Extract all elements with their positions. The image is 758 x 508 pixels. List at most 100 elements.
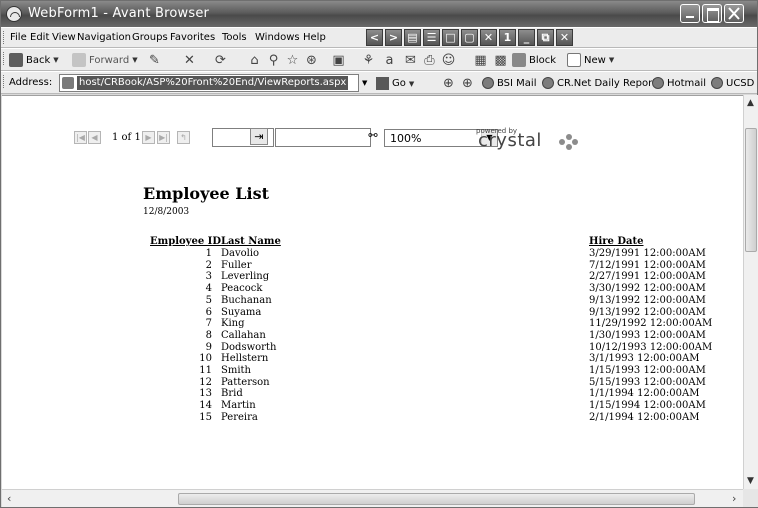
new-button[interactable]: New ▼ [567,53,614,67]
menu-help[interactable]: Help [303,32,326,43]
block-button[interactable]: Block [512,53,556,67]
binoculars-search-icon[interactable]: ⚯ [364,128,382,145]
favorites-star-icon[interactable]: ☆ [285,53,300,68]
chevron-down-icon[interactable]: ▼ [609,56,614,64]
messenger-icon[interactable]: ☺ [441,53,456,68]
minimize-tab-icon[interactable]: _ [518,29,535,46]
last-name-cell: Dodsworth [221,341,277,353]
menu-tools[interactable]: Tools [222,32,247,43]
minimize-button[interactable] [680,4,700,23]
address-dropdown-icon[interactable]: ▼ [362,79,367,87]
title-bar: WebForm1 - Avant Browser [1,1,757,27]
link-cr-net-daily-report[interactable]: CR.Net Daily Report [542,77,656,89]
search-icon[interactable]: ⚲ [266,53,281,68]
menu-favorites[interactable]: Favorites [170,32,215,43]
menu-edit[interactable]: Edit [30,32,49,43]
toolbar-grip[interactable] [3,75,6,88]
tile-vertical-icon[interactable]: □ [442,29,459,46]
menu-groups[interactable]: Groups [132,32,168,43]
home-icon[interactable]: ⌂ [247,53,262,68]
forward-label: Forward [89,54,130,66]
single-window-icon[interactable]: 1 [499,29,516,46]
hire-date-cell: 3/29/1991 12:00:00AM [589,248,706,259]
translate-icon[interactable]: ⚘ [361,53,376,68]
link-bsi-mail[interactable]: BSI Mail [482,77,536,89]
history-icon[interactable]: ⊛ [304,53,319,68]
last-name-cell: Smith [221,365,251,376]
mail-icon[interactable]: ✉ [403,53,418,68]
last-name-cell: Callahan [221,329,266,341]
employee-id-cell: 3 [205,271,212,283]
back-button[interactable]: Back ▼ [9,53,59,67]
hire-date-cell: 1/15/1993 12:00:00AM [589,365,706,376]
refresh-icon[interactable]: ⟳ [213,53,228,68]
hire-date-cell: 1/30/1993 12:00:00AM [589,329,706,341]
internet-icon[interactable]: ⊕ [441,76,456,91]
table-row: 2 Fuller 7/12/1991 12:00:00AM [2,260,743,272]
next-window-icon[interactable]: > [385,29,402,46]
image-icon[interactable]: ▦ [473,53,488,68]
address-input[interactable]: host/CRBook/ASP%20Front%20End/ViewReport… [59,74,359,92]
new-page-icon [567,53,581,67]
scroll-down-icon[interactable]: ▼ [747,476,754,486]
scroll-up-icon[interactable]: ▲ [747,98,754,108]
flash-block-icon[interactable]: ▩ [493,53,508,68]
window-icon[interactable]: ▣ [331,53,346,68]
chevron-down-icon[interactable]: ▼ [53,56,58,64]
prev-page-button[interactable]: ◀ [88,131,101,144]
prev-window-icon[interactable]: < [366,29,383,46]
employee-id-cell: 11 [199,365,212,376]
table-row: 6 Suyama 9/13/1992 12:00:00AM [2,307,743,319]
drill-up-button[interactable]: ↰ [177,131,190,144]
horizontal-scrollbar[interactable]: ‹ › [2,489,743,507]
print-icon[interactable]: ⎙ [422,53,437,68]
scroll-left-icon[interactable]: ‹ [7,492,11,505]
chevron-down-icon[interactable]: ▼ [409,80,414,88]
menu-navigation[interactable]: Navigation [77,32,131,43]
menu-view[interactable]: View [52,32,76,43]
stop-icon[interactable]: ✕ [182,53,197,68]
next-page-button[interactable]: ▶ [142,131,155,144]
hire-date-cell: 2/1/1994 12:00:00AM [589,411,700,423]
cascade-icon[interactable]: ▤ [404,29,421,46]
goto-page-button[interactable]: ⇥ [250,128,268,145]
go-button[interactable]: Go ▼ [376,77,414,90]
ie-page-icon [652,77,664,89]
vertical-scroll-thumb[interactable] [745,128,757,252]
scroll-right-icon[interactable]: › [732,492,736,505]
toolbar-grip[interactable] [3,52,6,65]
link-ucsd[interactable]: UCSD [711,77,754,89]
close-tab-icon[interactable]: ✕ [556,29,573,46]
menu-file[interactable]: File [10,32,27,43]
toolbar-grip[interactable] [3,31,6,44]
tile-horizontal-icon[interactable]: ☰ [423,29,440,46]
close-all-icon[interactable]: ✕ [480,29,497,46]
table-row: 10 Hellstern 3/1/1993 12:00:00AM [2,353,743,365]
column-header-hire-date: Hire Date [589,236,644,247]
menu-windows[interactable]: Windows [255,32,300,43]
last-name-cell: Patterson [221,376,270,388]
maximize-button[interactable] [702,4,722,23]
search-text-input[interactable] [275,128,371,147]
hire-date-cell: 3/30/1992 12:00:00AM [589,283,706,295]
last-page-button[interactable]: ▶| [157,131,170,144]
employee-id-cell: 7 [205,318,212,330]
close-button[interactable] [724,4,744,23]
link-hotmail[interactable]: Hotmail [652,77,706,89]
employee-id-cell: 12 [199,376,212,388]
table-row: 1 Davolio 3/29/1991 12:00:00AM [2,248,743,260]
forward-button[interactable]: Forward ▼ [72,53,138,67]
run-icon[interactable]: ✎ [147,53,162,68]
font-icon[interactable]: a [382,53,397,68]
employee-id-cell: 5 [205,294,212,306]
first-page-button[interactable]: |◀ [74,131,87,144]
horizontal-scroll-thumb[interactable] [178,493,695,505]
block-label: Block [529,54,557,66]
maximize-all-icon[interactable]: ▢ [461,29,478,46]
address-url[interactable]: host/CRBook/ASP%20Front%20End/ViewReport… [77,76,349,90]
internet-icon[interactable]: ⊕ [460,76,475,91]
restore-tab-icon[interactable]: ⧉ [537,29,554,46]
chevron-down-icon[interactable]: ▼ [132,56,137,64]
table-row: 14 Martin 1/15/1994 12:00:00AM [2,400,743,412]
vertical-scrollbar[interactable]: ▲ ▼ [743,95,758,489]
